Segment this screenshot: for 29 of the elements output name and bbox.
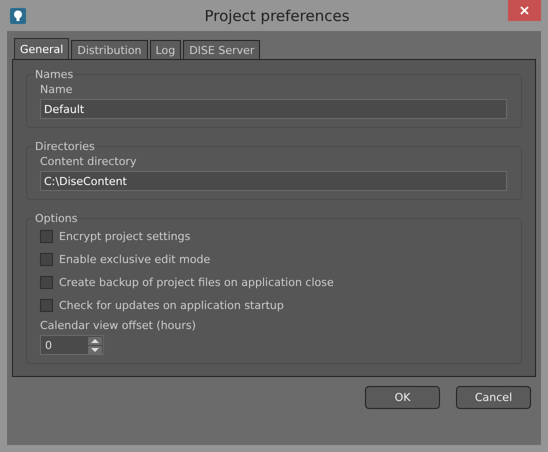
group-title: Names [34,68,74,81]
field-label: Calendar view offset (hours) [40,319,197,332]
checkbox-label: Enable exclusive edit mode [59,253,210,266]
tab[interactable]: DISE Server [183,40,260,59]
dialog-button[interactable]: Cancel [456,386,531,409]
checkbox-label: Encrypt project settings [59,230,190,243]
input-field[interactable]: Default [40,99,507,119]
down-arrow-icon[interactable] [88,346,102,354]
checkbox[interactable] [40,253,53,266]
input-field[interactable]: C:\DiseContent [40,171,507,191]
dialog-button[interactable]: OK [365,386,440,409]
checkbox-label: Check for updates on application startup [59,299,284,312]
group-title: Options [34,212,78,225]
checkbox[interactable] [40,230,53,243]
checkbox[interactable] [40,276,53,289]
close-icon [520,6,529,15]
up-arrow-icon[interactable] [88,336,102,344]
field-label: Name [40,83,74,96]
field-label: Content directory [40,155,138,168]
checkbox[interactable] [40,299,53,312]
window-title: Project preferences [203,6,351,24]
app-icon [10,8,26,24]
close-button[interactable] [508,0,541,21]
number-spinner[interactable]: 0 [40,335,104,355]
tab[interactable]: General [14,38,70,59]
checkbox-label: Create backup of project files on application close [59,276,334,289]
group-title: Directories [34,140,96,153]
tab[interactable]: Log [150,40,182,59]
tab[interactable]: Distribution [71,40,148,59]
